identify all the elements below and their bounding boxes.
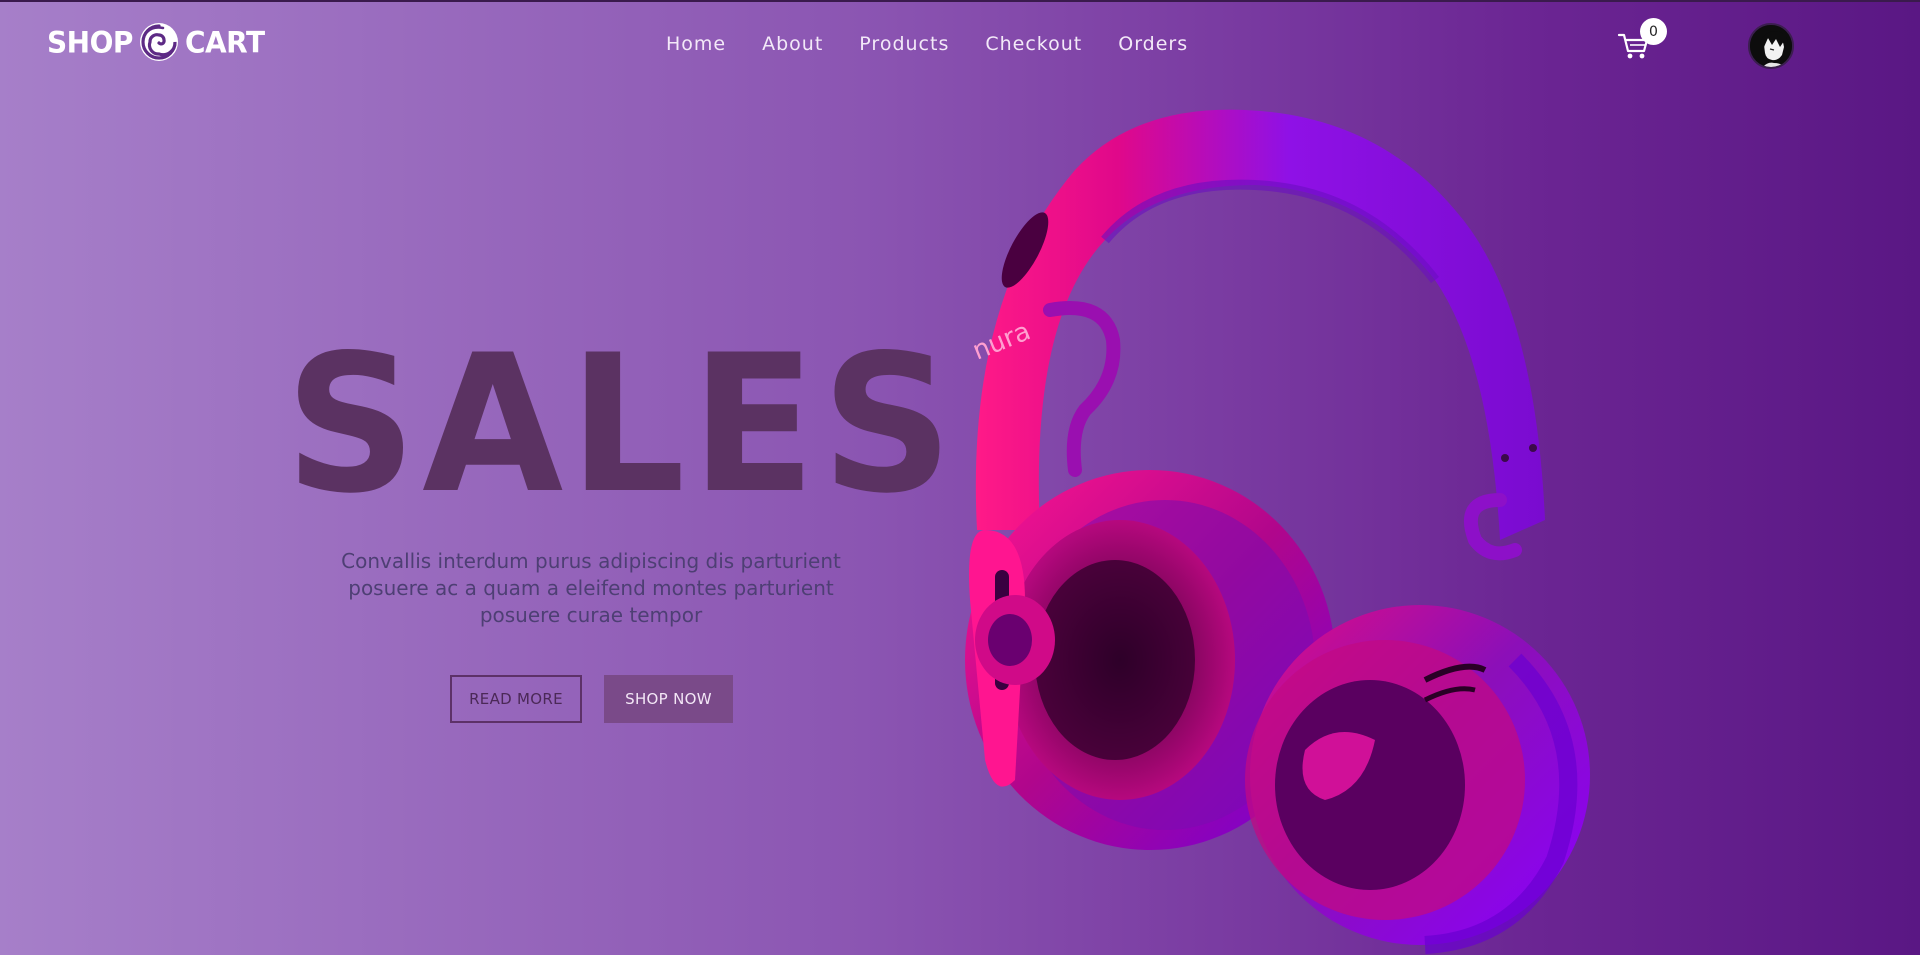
brand-logo-left: SHOP: [47, 24, 133, 60]
shop-now-button[interactable]: SHOP NOW: [604, 675, 733, 723]
headphones-product-image: nura: [965, 109, 1590, 954]
nav-orders[interactable]: Orders: [1118, 33, 1188, 55]
nav-home[interactable]: Home: [666, 33, 726, 55]
main-nav: Home About Products Checkout Orders: [666, 33, 1188, 55]
avatar-icon[interactable]: [1748, 23, 1794, 69]
hero-description: Convallis interdum purus adipiscing dis …: [341, 549, 841, 627]
cart-count-badge: 0: [1640, 18, 1667, 45]
read-more-button[interactable]: READ MORE: [450, 675, 582, 723]
hero-title: SALES: [285, 314, 959, 535]
logo-swirl-icon: [139, 23, 178, 61]
nav-products[interactable]: Products: [859, 33, 949, 55]
brand-logo[interactable]: SHOP CART: [47, 20, 265, 64]
brand-logo-right: CART: [184, 24, 265, 60]
top-border: [0, 0, 1920, 2]
nav-about[interactable]: About: [762, 33, 823, 55]
nav-checkout[interactable]: Checkout: [985, 33, 1082, 55]
